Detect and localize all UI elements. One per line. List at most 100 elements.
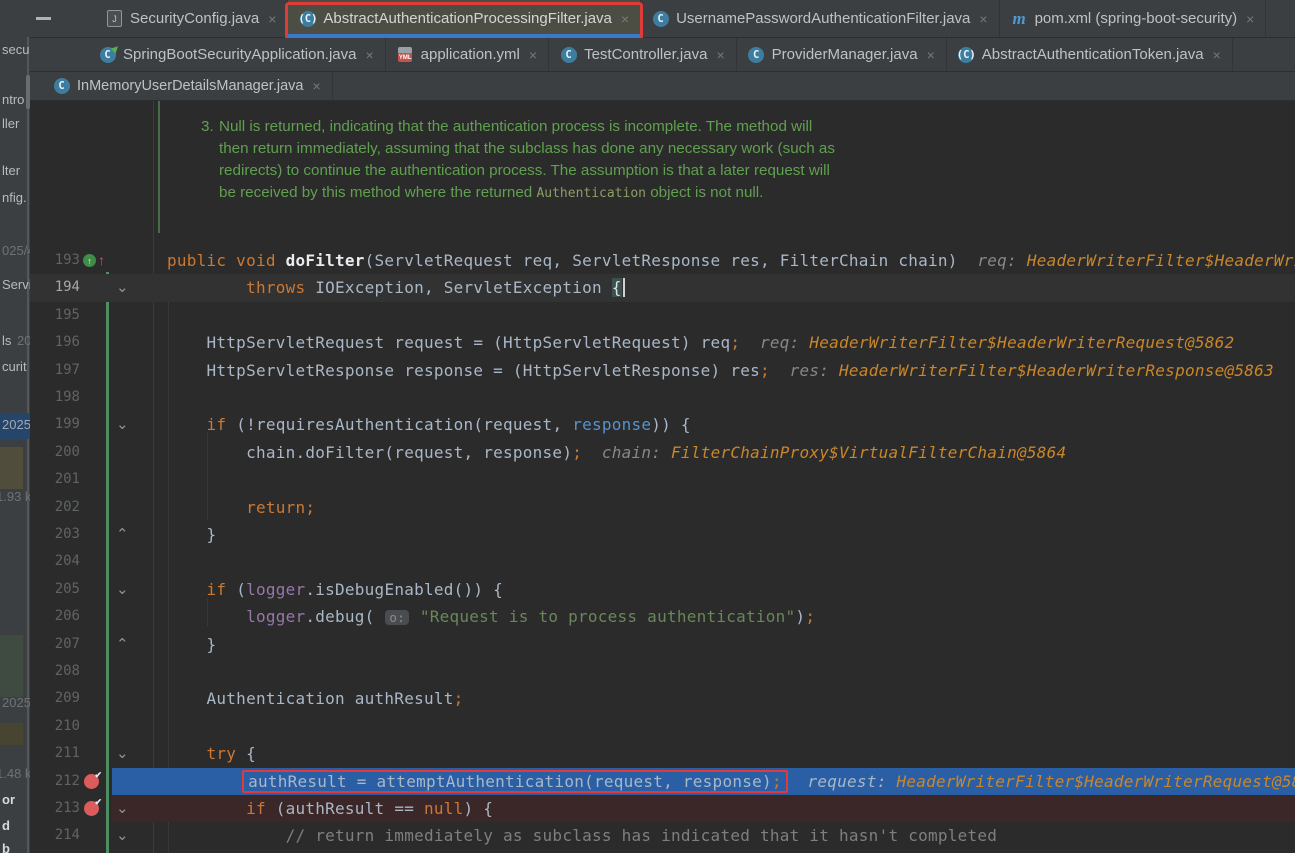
fold-down-icon[interactable]: ⌄: [116, 576, 129, 603]
fold-down-icon[interactable]: ⌄: [116, 795, 129, 822]
yaml-icon: YML: [397, 46, 414, 63]
line-number[interactable]: 195: [30, 302, 80, 329]
scrollbar-thumb[interactable]: [26, 75, 30, 109]
code-line-199[interactable]: 199 ⌄ if (!requiresAuthentication(request…: [30, 411, 1295, 438]
code-text: authResult = attemptAuthentication(reque…: [167, 768, 1295, 795]
tab-close-icon[interactable]: ×: [365, 47, 373, 63]
tab-pom-xml-spring-boot-security[interactable]: m pom.xml (spring-boot-security) ×: [1000, 0, 1267, 37]
code-line-194[interactable]: 194 ⌄ throws IOException, ServletExceptio…: [30, 274, 1295, 302]
tab-close-icon[interactable]: ×: [1246, 11, 1254, 27]
line-number[interactable]: 211: [30, 740, 80, 767]
line-number[interactable]: 201: [30, 466, 80, 493]
line-number[interactable]: 198: [30, 384, 80, 411]
tab-close-icon[interactable]: ×: [979, 11, 987, 27]
line-number[interactable]: 194: [30, 274, 80, 301]
line-number[interactable]: 206: [30, 603, 80, 630]
doc-comment-line: redirects) to continue the authenticatio…: [219, 162, 830, 179]
tab-close-icon[interactable]: ×: [621, 11, 629, 27]
tab-close-icon[interactable]: ×: [1213, 47, 1221, 63]
doc-comment-line: Null is returned, indicating that the au…: [219, 118, 813, 135]
line-number[interactable]: 197: [30, 357, 80, 384]
class-icon: C: [53, 78, 70, 95]
line-number[interactable]: 208: [30, 658, 80, 685]
class-icon: C: [748, 46, 765, 63]
code-text: HttpServletRequest request = (HttpServle…: [206, 333, 1295, 353]
line-number[interactable]: 204: [30, 548, 80, 575]
line-number[interactable]: 205: [30, 576, 80, 603]
code-line-212[interactable]: 212 authResult = attemptAuthentication(r…: [30, 767, 1295, 795]
code-line-211[interactable]: 211 ⌄ try {: [30, 740, 1295, 767]
code-line-201[interactable]: 201: [30, 466, 1295, 493]
panel-text-fragment: ls: [2, 333, 12, 348]
code-line-206[interactable]: 206 logger.debug( o: "Request is to proc…: [30, 603, 1295, 630]
breakpoint-icon[interactable]: [84, 797, 102, 816]
fold-down-icon[interactable]: ⌄: [116, 740, 129, 767]
tab-securityconfig-java[interactable]: J SecurityConfig.java ×: [95, 0, 289, 37]
tab-label: AbstractAuthenticationToken.java: [981, 46, 1204, 63]
line-number[interactable]: 207: [30, 631, 80, 658]
line-number[interactable]: 203: [30, 521, 80, 548]
panel-row-highlight: [0, 635, 23, 697]
fold-down-icon[interactable]: ⌄: [116, 274, 129, 301]
code-line-213[interactable]: 213 ⌄ if (authResult == null) {: [30, 795, 1295, 823]
panel-text-fragment: secu: [2, 42, 30, 57]
line-number[interactable]: 209: [30, 685, 80, 712]
tab-inmemoryuserdetailsmanager-java[interactable]: C InMemoryUserDetailsManager.java ×: [42, 72, 333, 100]
code-line-204[interactable]: 204: [30, 548, 1295, 575]
code-line-205[interactable]: 205 ⌄ if (logger.isDebugEnabled()) {: [30, 576, 1295, 603]
maven-icon: m: [1012, 8, 1026, 28]
line-number[interactable]: 213: [30, 795, 80, 822]
tab-abstractauthenticationprocessingfilter-java[interactable]: (C) AbstractAuthenticationProcessingFilte…: [285, 0, 644, 41]
tab-providermanager-java[interactable]: C ProviderManager.java ×: [737, 38, 947, 71]
line-number[interactable]: 196: [30, 329, 80, 356]
code-line-196[interactable]: 196 HttpServletRequest request = (HttpSe…: [30, 329, 1295, 356]
override-gutter-icon[interactable]: ↑: [83, 254, 96, 267]
tab-label: SecurityConfig.java: [130, 10, 260, 27]
tab-application-yml[interactable]: YML application.yml ×: [386, 38, 550, 71]
minimize-dash-icon[interactable]: [36, 17, 51, 20]
line-number[interactable]: 200: [30, 439, 80, 466]
code-line-195[interactable]: 195: [30, 302, 1295, 329]
line-number[interactable]: 193: [30, 247, 80, 274]
code-line-198[interactable]: 198: [30, 384, 1295, 411]
panel-splitter[interactable]: [27, 37, 29, 853]
line-number[interactable]: 210: [30, 713, 80, 740]
doc-comment-border: [158, 100, 160, 233]
fold-up-icon[interactable]: ⌃: [116, 631, 129, 658]
tab-close-icon[interactable]: ×: [927, 47, 935, 63]
code-line-193[interactable]: 193 ↑ ↑ public void doFilter(ServletRequest…: [30, 247, 1295, 274]
project-panel-strip: secu ntro ller lter nfig. 025/4 Servi ls 20 curit…: [0, 37, 30, 853]
code-line-209[interactable]: 209 Authentication authResult;: [30, 685, 1295, 712]
line-number[interactable]: 212: [30, 768, 80, 795]
code-line-210[interactable]: 210: [30, 713, 1295, 740]
tab-close-icon[interactable]: ×: [312, 78, 320, 94]
fold-down-icon[interactable]: ⌄: [116, 822, 129, 849]
code-line-202[interactable]: 202 return;: [30, 494, 1295, 521]
line-number[interactable]: 202: [30, 494, 80, 521]
code-line-208[interactable]: 208: [30, 658, 1295, 685]
tab-testcontroller-java[interactable]: C TestController.java ×: [549, 38, 737, 71]
tab-springbootsecurityapplication-java[interactable]: C ▶ SpringBootSecurityApplication.java ×: [88, 38, 386, 71]
code-line-197[interactable]: 197 HttpServletResponse response = (Http…: [30, 357, 1295, 384]
tab-close-icon[interactable]: ×: [268, 11, 276, 27]
breakpoint-icon[interactable]: [84, 770, 102, 789]
code-line-207[interactable]: 207 ⌃ }: [30, 631, 1295, 658]
fold-up-icon[interactable]: ⌃: [116, 521, 129, 548]
code-editor[interactable]: 3. Null is returned, indicating that the …: [30, 100, 1295, 853]
tab-usernamepasswordauthenticationfilter-java[interactable]: C UsernamePasswordAuthenticationFilter.ja…: [641, 0, 1000, 37]
fold-down-icon[interactable]: ⌄: [116, 411, 129, 438]
line-number[interactable]: 199: [30, 411, 80, 438]
code-text: return;: [246, 497, 316, 517]
code-text: // return immediately as subclass has in…: [285, 826, 998, 846]
tab-label: pom.xml (spring-boot-security): [1034, 10, 1238, 27]
code-line-214[interactable]: 214 ⌄ // return immediately as subclass h…: [30, 822, 1295, 849]
code-line-200[interactable]: 200 chain.doFilter(request, response); c…: [30, 439, 1295, 466]
tab-close-icon[interactable]: ×: [529, 47, 537, 63]
text-caret: [622, 278, 625, 298]
tab-abstractauthenticationtoken-java[interactable]: (C) AbstractAuthenticationToken.java ×: [947, 38, 1233, 71]
tab-close-icon[interactable]: ×: [716, 47, 724, 63]
line-number[interactable]: 214: [30, 822, 80, 849]
tab-label: SpringBootSecurityApplication.java: [123, 46, 357, 63]
code-line-203[interactable]: 203 ⌃ }: [30, 521, 1295, 548]
panel-text-fragment: 20: [17, 333, 30, 348]
